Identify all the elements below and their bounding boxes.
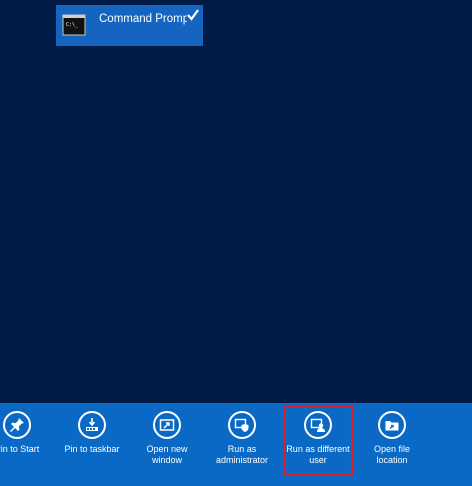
pin-to-start-label: Pin to Start [0, 444, 40, 454]
run-as-administrator-button[interactable]: Run as administrator [204, 411, 280, 481]
pin-to-taskbar-button[interactable]: Pin to taskbar [54, 411, 130, 481]
open-new-window-button[interactable]: Open new window [129, 411, 205, 481]
svg-text:C:\_: C:\_ [66, 22, 79, 28]
tile-label: Command Prompt [99, 13, 187, 25]
open-new-window-label: Open new window [146, 444, 188, 465]
run-as-administrator-label: Run as administrator [215, 444, 269, 465]
pin-icon [10, 418, 24, 432]
pin-to-start-button[interactable]: Pin to Start [0, 411, 55, 481]
highlight-box [283, 406, 353, 476]
command-prompt-tile[interactable]: C:\_ Command Prompt [56, 5, 203, 46]
shield-icon [234, 418, 249, 432]
checkmark-icon [187, 9, 199, 21]
open-file-location-label: Open file location [373, 444, 411, 465]
open-file-location-button[interactable]: Open file location [354, 411, 430, 481]
new-window-icon [159, 419, 175, 431]
start-screen: C:\_ Command Prompt [0, 0, 472, 403]
app-bar: Pin to Start Pin to taskbar Open new win… [0, 403, 472, 486]
command-prompt-icon: C:\_ [62, 14, 86, 36]
pin-to-taskbar-label: Pin to taskbar [64, 444, 120, 454]
folder-icon [385, 421, 399, 431]
taskbar-pin-icon [86, 418, 98, 431]
